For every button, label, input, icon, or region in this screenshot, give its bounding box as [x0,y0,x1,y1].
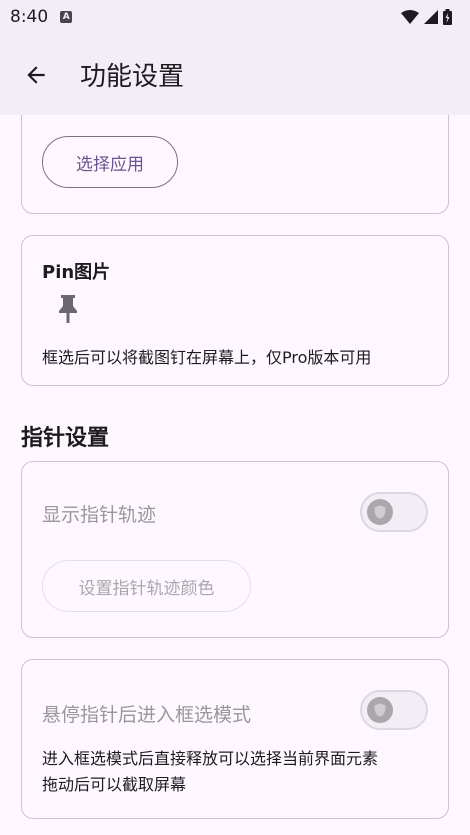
signal-icon [424,10,438,24]
show-trail-label: 显示指针轨迹 [42,504,157,526]
pin-card-description: 框选后可以将截图钉在屏幕上，仅Pro版本可用 [42,348,372,367]
hover-description-line: 拖动后可以截取屏幕 [42,775,187,794]
battery-icon [443,9,452,25]
back-button[interactable] [12,51,60,99]
pin-image-card: Pin图片 框选后可以将截图钉在屏幕上，仅Pro版本可用 [21,235,449,386]
select-app-button[interactable]: 选择应用 [42,136,178,188]
settings-content[interactable]: 选择应用 Pin图片 框选后可以将截图钉在屏幕上，仅Pro版本可用 指针设置 显… [0,115,470,835]
wifi-icon [401,10,419,24]
hover-select-switch[interactable] [360,690,428,730]
status-bar: 8:40 A [0,0,470,34]
pin-card-title: Pin图片 [42,262,111,283]
show-trail-switch[interactable] [360,492,428,532]
pointer-trail-card: 显示指针轨迹 设置指针轨迹颜色 [21,461,449,638]
a-notification-icon: A [60,11,73,23]
pointer-section-title: 指针设置 [21,426,110,451]
trail-color-button[interactable]: 设置指针轨迹颜色 [42,560,251,612]
switch-thumb [367,499,393,525]
page-title: 功能设置 [80,62,185,92]
hover-select-card: 悬停指针后进入框选模式 进入框选模式后直接释放可以选择当前界面元素 拖动后可以截… [21,659,449,819]
shield-check-icon [374,703,386,717]
status-time: 8:40 [10,7,49,27]
app-bar: 功能设置 [0,34,470,115]
pin-icon [59,295,77,323]
hover-select-label: 悬停指针后进入框选模式 [42,704,252,726]
hover-select-description: 进入框选模式后直接释放可以选择当前界面元素 拖动后可以截取屏幕 [42,746,378,798]
hover-description-line: 进入框选模式后直接释放可以选择当前界面元素 [42,749,379,768]
switch-thumb [367,697,393,723]
app-select-card: 选择应用 [21,115,449,214]
status-icons [401,9,452,25]
arrow-left-icon [27,65,45,84]
shield-check-icon [374,505,386,519]
